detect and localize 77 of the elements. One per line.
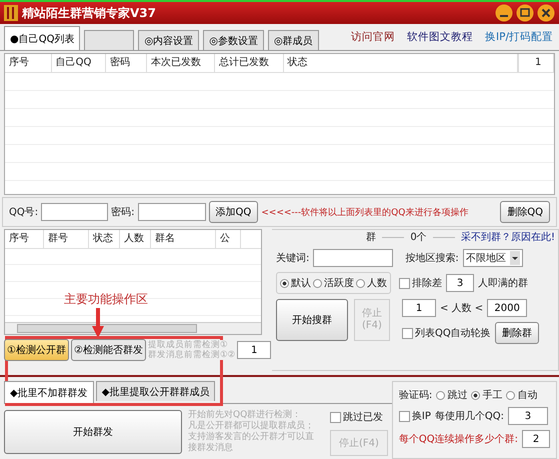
password-label: 密码:	[111, 206, 134, 219]
close-icon[interactable]	[537, 4, 555, 22]
captcha-radio[interactable]: 跳过	[436, 388, 468, 402]
check-button[interactable]: ①检测公开群	[4, 339, 69, 361]
tab[interactable]: ◆批里不加群群发	[4, 381, 94, 403]
description-text: 开始前先对QQ群进行检测：	[188, 410, 302, 420]
groups-per-qq-label: 每个QQ连续操作多少个群:	[398, 432, 518, 446]
column-header: 群号	[44, 230, 89, 248]
help-link[interactable]: 采不到群？原因在此!	[461, 230, 556, 244]
description-text: 接群发消息	[188, 443, 234, 454]
tab[interactable]: ●自己QQ列表	[4, 26, 80, 50]
exclude-checkbox[interactable]: 排除差	[399, 276, 442, 290]
app-icon	[4, 5, 18, 21]
column-header: 密码	[106, 54, 147, 72]
start-send-button[interactable]: 开始群发	[4, 410, 182, 454]
exclude-input[interactable]: 3	[446, 274, 474, 292]
column-header: 状态	[89, 230, 120, 248]
tab[interactable]	[84, 30, 134, 50]
hint-text: <<<<---软件将以上面列表里的QQ来进行各项操作	[261, 206, 468, 218]
per-qq-label: 每使用几个QQ:	[434, 410, 504, 423]
window-title: 精站陌生群营销专家V37	[22, 4, 156, 22]
maximize-icon[interactable]	[516, 4, 534, 22]
description-text: 支持游客发言的公开群才可以直	[188, 432, 315, 442]
hint-text: 提取成员前需检测①	[148, 340, 229, 350]
qq-input[interactable]	[41, 203, 108, 221]
captcha-radio[interactable]: 手工	[471, 388, 502, 402]
column-header: 公	[216, 230, 241, 248]
check-button[interactable]: ②检测能否群发	[70, 339, 146, 361]
description-text: 凡是公开群都可以提取群成员；	[188, 421, 315, 432]
link[interactable]: 换IP/打码配置	[485, 30, 553, 44]
change-ip-checkbox[interactable]: 换IP	[398, 409, 431, 423]
group-label: 群	[366, 231, 376, 244]
column-header: 本次已发数	[146, 54, 216, 72]
column-header: 群名	[151, 230, 216, 248]
column-header: 自己QQ	[52, 54, 106, 72]
tab[interactable]: ◎群成员	[268, 30, 319, 50]
hint-text: 群发消息前需检测①②	[148, 350, 236, 360]
tab[interactable]: ◎内容设置	[138, 30, 200, 50]
annotation-text: 主要功能操作区	[64, 291, 148, 308]
groups-per-qq-input[interactable]: 2	[522, 430, 550, 448]
column-header: 序号	[5, 54, 52, 72]
sort-radio[interactable]: 活跃度	[313, 276, 354, 290]
column-header: 序号	[5, 230, 44, 248]
minimize-icon[interactable]	[495, 4, 513, 22]
delete-group-button[interactable]: 删除群	[494, 322, 539, 344]
tab[interactable]: ◆批里提取公开群群成员	[96, 381, 216, 401]
qq-label: QQ号:	[9, 206, 38, 219]
arrow-icon	[92, 308, 104, 338]
delete-qq-button[interactable]: 删除QQ	[500, 201, 550, 223]
sort-radio[interactable]: 人数	[356, 276, 387, 290]
max-members-input[interactable]: 2000	[487, 299, 528, 317]
exclude-suffix: 人即满的群	[478, 276, 528, 290]
range-label: < 人数 <	[440, 302, 484, 315]
check-count-input[interactable]: 1	[237, 341, 272, 359]
sort-radio[interactable]: 默认	[280, 276, 311, 290]
column-header: 人数	[120, 230, 151, 248]
group-count: 0个	[410, 231, 427, 244]
column-header: 总计已发数	[215, 54, 284, 72]
rotate-checkbox[interactable]: 列表QQ自动轮换	[402, 326, 491, 340]
per-qq-input[interactable]: 3	[508, 407, 548, 425]
column-header: 状态	[284, 54, 518, 72]
add-qq-button[interactable]: 添加QQ	[208, 201, 258, 223]
skip-sent-checkbox[interactable]: 跳过已发	[330, 410, 388, 424]
captcha-radio[interactable]: 自动	[506, 388, 538, 402]
link[interactable]: 软件图文教程	[407, 30, 474, 44]
tab[interactable]: ◎参数设置	[203, 30, 264, 50]
region-label: 按地区搜索:	[405, 252, 459, 265]
captcha-label: 验证码:	[398, 389, 432, 402]
link[interactable]: 访问官网	[351, 30, 396, 44]
keyword-label: 关键词:	[276, 252, 310, 265]
region-dropdown[interactable]: 不限地区	[462, 249, 523, 267]
row-counter: 1	[518, 54, 554, 72]
horizontal-scrollbar[interactable]	[5, 322, 261, 334]
start-search-button[interactable]: 开始搜群	[276, 299, 348, 341]
keyword-input[interactable]	[313, 249, 394, 267]
min-members-input[interactable]: 1	[402, 299, 436, 317]
password-input[interactable]	[138, 203, 206, 221]
